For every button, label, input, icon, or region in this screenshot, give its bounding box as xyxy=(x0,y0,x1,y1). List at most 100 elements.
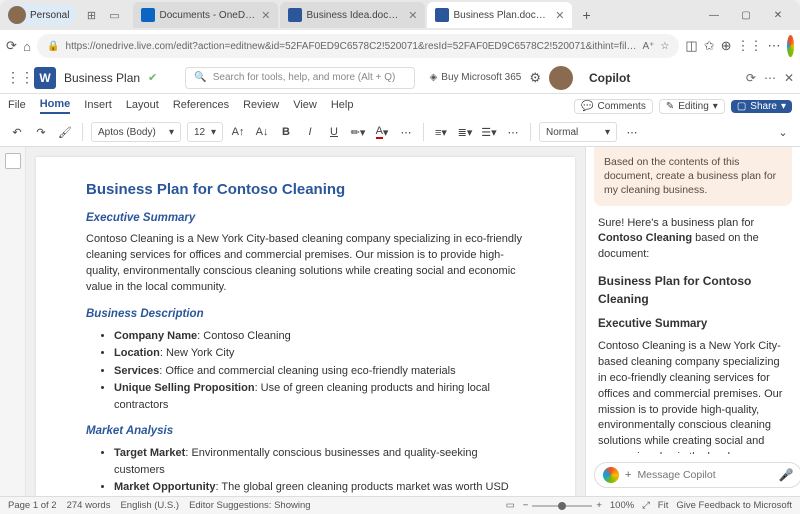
home-icon[interactable]: ⌂ xyxy=(23,34,31,58)
font-size-combo[interactable]: 12 ▾ xyxy=(187,122,223,142)
align-icon[interactable]: ☰▾ xyxy=(480,122,498,142)
highlight-icon[interactable]: ✏▾ xyxy=(349,122,367,142)
user-avatar[interactable] xyxy=(549,66,573,90)
underline-icon[interactable]: U xyxy=(325,122,343,142)
split-icon[interactable]: ◫ xyxy=(685,34,697,58)
undo-icon[interactable]: ↶ xyxy=(8,122,26,142)
nav-pane-icon[interactable] xyxy=(5,153,21,169)
tab-layout[interactable]: Layout xyxy=(126,99,159,113)
profile-label: Personal xyxy=(30,10,69,21)
status-editor[interactable]: Editor Suggestions: Showing xyxy=(189,500,310,511)
url-field[interactable]: 🔒 https://onedrive.live.com/edit?action=… xyxy=(37,34,679,58)
redo-icon[interactable]: ↷ xyxy=(32,122,50,142)
zoom-control[interactable]: − + xyxy=(523,500,602,511)
status-words[interactable]: 274 words xyxy=(67,500,111,511)
style-combo[interactable]: Normal ▾ xyxy=(539,122,617,142)
new-tab-button[interactable]: + xyxy=(574,7,598,23)
more-paragraph-icon[interactable]: ⋯ xyxy=(504,122,522,142)
menu-icon[interactable]: ⋯ xyxy=(768,34,781,58)
numbering-icon[interactable]: ≣▾ xyxy=(456,122,474,142)
grow-font-icon[interactable]: A↑ xyxy=(229,122,247,142)
fit-icon[interactable]: ⤢ xyxy=(642,500,650,511)
tab-file[interactable]: File xyxy=(8,99,26,113)
copilot-input[interactable] xyxy=(637,469,772,481)
browser-tab-2[interactable]: Business Plan.docx - Microsoft W… ✕ xyxy=(427,2,572,28)
refresh-copilot-icon[interactable]: ⟳ xyxy=(746,71,756,85)
editing-mode-button[interactable]: ✎ Editing ▾ xyxy=(659,99,725,114)
workspaces-icon[interactable]: ⊞ xyxy=(81,9,101,22)
zoom-in-icon[interactable]: + xyxy=(596,500,602,511)
status-fit[interactable]: Fit xyxy=(658,500,669,511)
tab-label: Business Plan.docx - Microsoft W… xyxy=(453,10,549,21)
more-font-icon[interactable]: ⋯ xyxy=(397,122,415,142)
reading-view-icon[interactable]: ▭ xyxy=(506,500,515,511)
doc-desc-list: Company Name: Contoso Cleaning Location:… xyxy=(86,328,525,414)
comments-button[interactable]: 💬 Comments xyxy=(574,99,653,114)
url-text: https://onedrive.live.com/edit?action=ed… xyxy=(66,41,637,52)
favorites-icon[interactable]: ✩ xyxy=(704,34,715,58)
plus-icon[interactable]: + xyxy=(625,469,631,481)
copilot-more-icon[interactable]: ⋯ xyxy=(764,71,776,85)
tab-insert[interactable]: Insert xyxy=(84,99,112,113)
close-copilot-icon[interactable]: ✕ xyxy=(784,71,794,85)
browser-tab-1[interactable]: Business Idea.docx - Microsoft W… ✕ xyxy=(280,2,425,28)
extensions-icon[interactable]: ⋮⋮ xyxy=(738,34,762,58)
tab-actions-icon[interactable]: ▭ xyxy=(105,9,123,22)
tab-view[interactable]: View xyxy=(293,99,317,113)
close-button[interactable]: ✕ xyxy=(762,2,794,28)
tab-review[interactable]: Review xyxy=(243,99,279,113)
copilot-panel-header: Copilot ⟳ ⋯ ✕ xyxy=(589,71,794,85)
zoom-slider[interactable] xyxy=(532,505,592,507)
browser-tab-0[interactable]: Documents - OneDrive ✕ xyxy=(133,2,278,28)
buy-m365-button[interactable]: ◈ Buy Microsoft 365 xyxy=(430,72,522,83)
app-launcher-icon[interactable]: ⋮⋮⋮ xyxy=(6,69,26,86)
browser-titlebar: Personal ⊞ ▭ Documents - OneDrive ✕ Busi… xyxy=(0,0,800,30)
status-lang[interactable]: English (U.S.) xyxy=(120,500,179,511)
close-tab-icon[interactable]: ✕ xyxy=(261,9,270,22)
document-canvas[interactable]: Business Plan for Contoso Cleaning Execu… xyxy=(26,147,585,496)
refresh-icon[interactable]: ⟳ xyxy=(6,34,17,58)
collapse-ribbon-icon[interactable]: ⌄ xyxy=(774,122,792,142)
profile-pill[interactable]: Personal xyxy=(6,4,77,26)
share-button[interactable]: ▢ Share ▾ xyxy=(731,100,792,113)
status-feedback[interactable]: Give Feedback to Microsoft xyxy=(676,500,792,511)
shrink-font-icon[interactable]: A↓ xyxy=(253,122,271,142)
lock-icon: 🔒 xyxy=(47,41,59,52)
doc-p-exec: Contoso Cleaning is a New York City-base… xyxy=(86,232,525,296)
reader-icon[interactable]: A⁺ xyxy=(642,41,654,52)
tab-help[interactable]: Help xyxy=(331,99,354,113)
bold-icon[interactable]: B xyxy=(277,122,295,142)
search-box[interactable]: 🔍 Search for tools, help, and more (Alt … xyxy=(185,67,415,89)
doc-h-exec: Executive Summary xyxy=(86,212,525,224)
minimize-button[interactable]: — xyxy=(698,2,730,28)
bullets-icon[interactable]: ≡▾ xyxy=(432,122,450,142)
status-zoom[interactable]: 100% xyxy=(610,500,634,511)
copilot-h-plan: Business Plan for Contoso Cleaning xyxy=(598,273,788,308)
font-color-icon[interactable]: A▾ xyxy=(373,122,391,142)
copilot-message-box[interactable]: + 🎤 xyxy=(594,462,800,488)
browser-tabs: Documents - OneDrive ✕ Business Idea.doc… xyxy=(133,2,694,28)
star-icon[interactable]: ☆ xyxy=(660,41,669,52)
mic-icon[interactable]: 🎤 xyxy=(778,468,793,482)
tab-references[interactable]: References xyxy=(173,99,229,113)
word-app-bar: ⋮⋮⋮ W Business Plan ✔ 🔍 Search for tools… xyxy=(0,62,800,94)
format-painter-icon[interactable]: 🖌 xyxy=(56,122,74,142)
font-name-combo[interactable]: Aptos (Body) ▾ xyxy=(91,122,181,142)
close-tab-icon[interactable]: ✕ xyxy=(555,9,564,22)
status-page[interactable]: Page 1 of 2 xyxy=(8,500,57,511)
tab-home[interactable]: Home xyxy=(40,98,71,114)
more-ribbon-icon[interactable]: ⋯ xyxy=(623,122,641,142)
copilot-browser-icon[interactable] xyxy=(787,35,795,57)
copilot-swirl-icon xyxy=(603,467,619,483)
settings-icon[interactable]: ⚙ xyxy=(529,70,541,86)
close-tab-icon[interactable]: ✕ xyxy=(408,9,417,22)
doc-h-market: Market Analysis xyxy=(86,425,525,437)
saved-icon: ✔ xyxy=(148,71,157,84)
collections-icon[interactable]: ⊕ xyxy=(721,34,732,58)
copilot-h-exec: Executive Summary xyxy=(598,316,788,333)
italic-icon[interactable]: I xyxy=(301,122,319,142)
ribbon: File Home Insert Layout References Revie… xyxy=(0,94,800,147)
maximize-button[interactable]: ▢ xyxy=(730,2,762,28)
document-name[interactable]: Business Plan xyxy=(64,71,140,85)
zoom-out-icon[interactable]: − xyxy=(523,500,529,511)
